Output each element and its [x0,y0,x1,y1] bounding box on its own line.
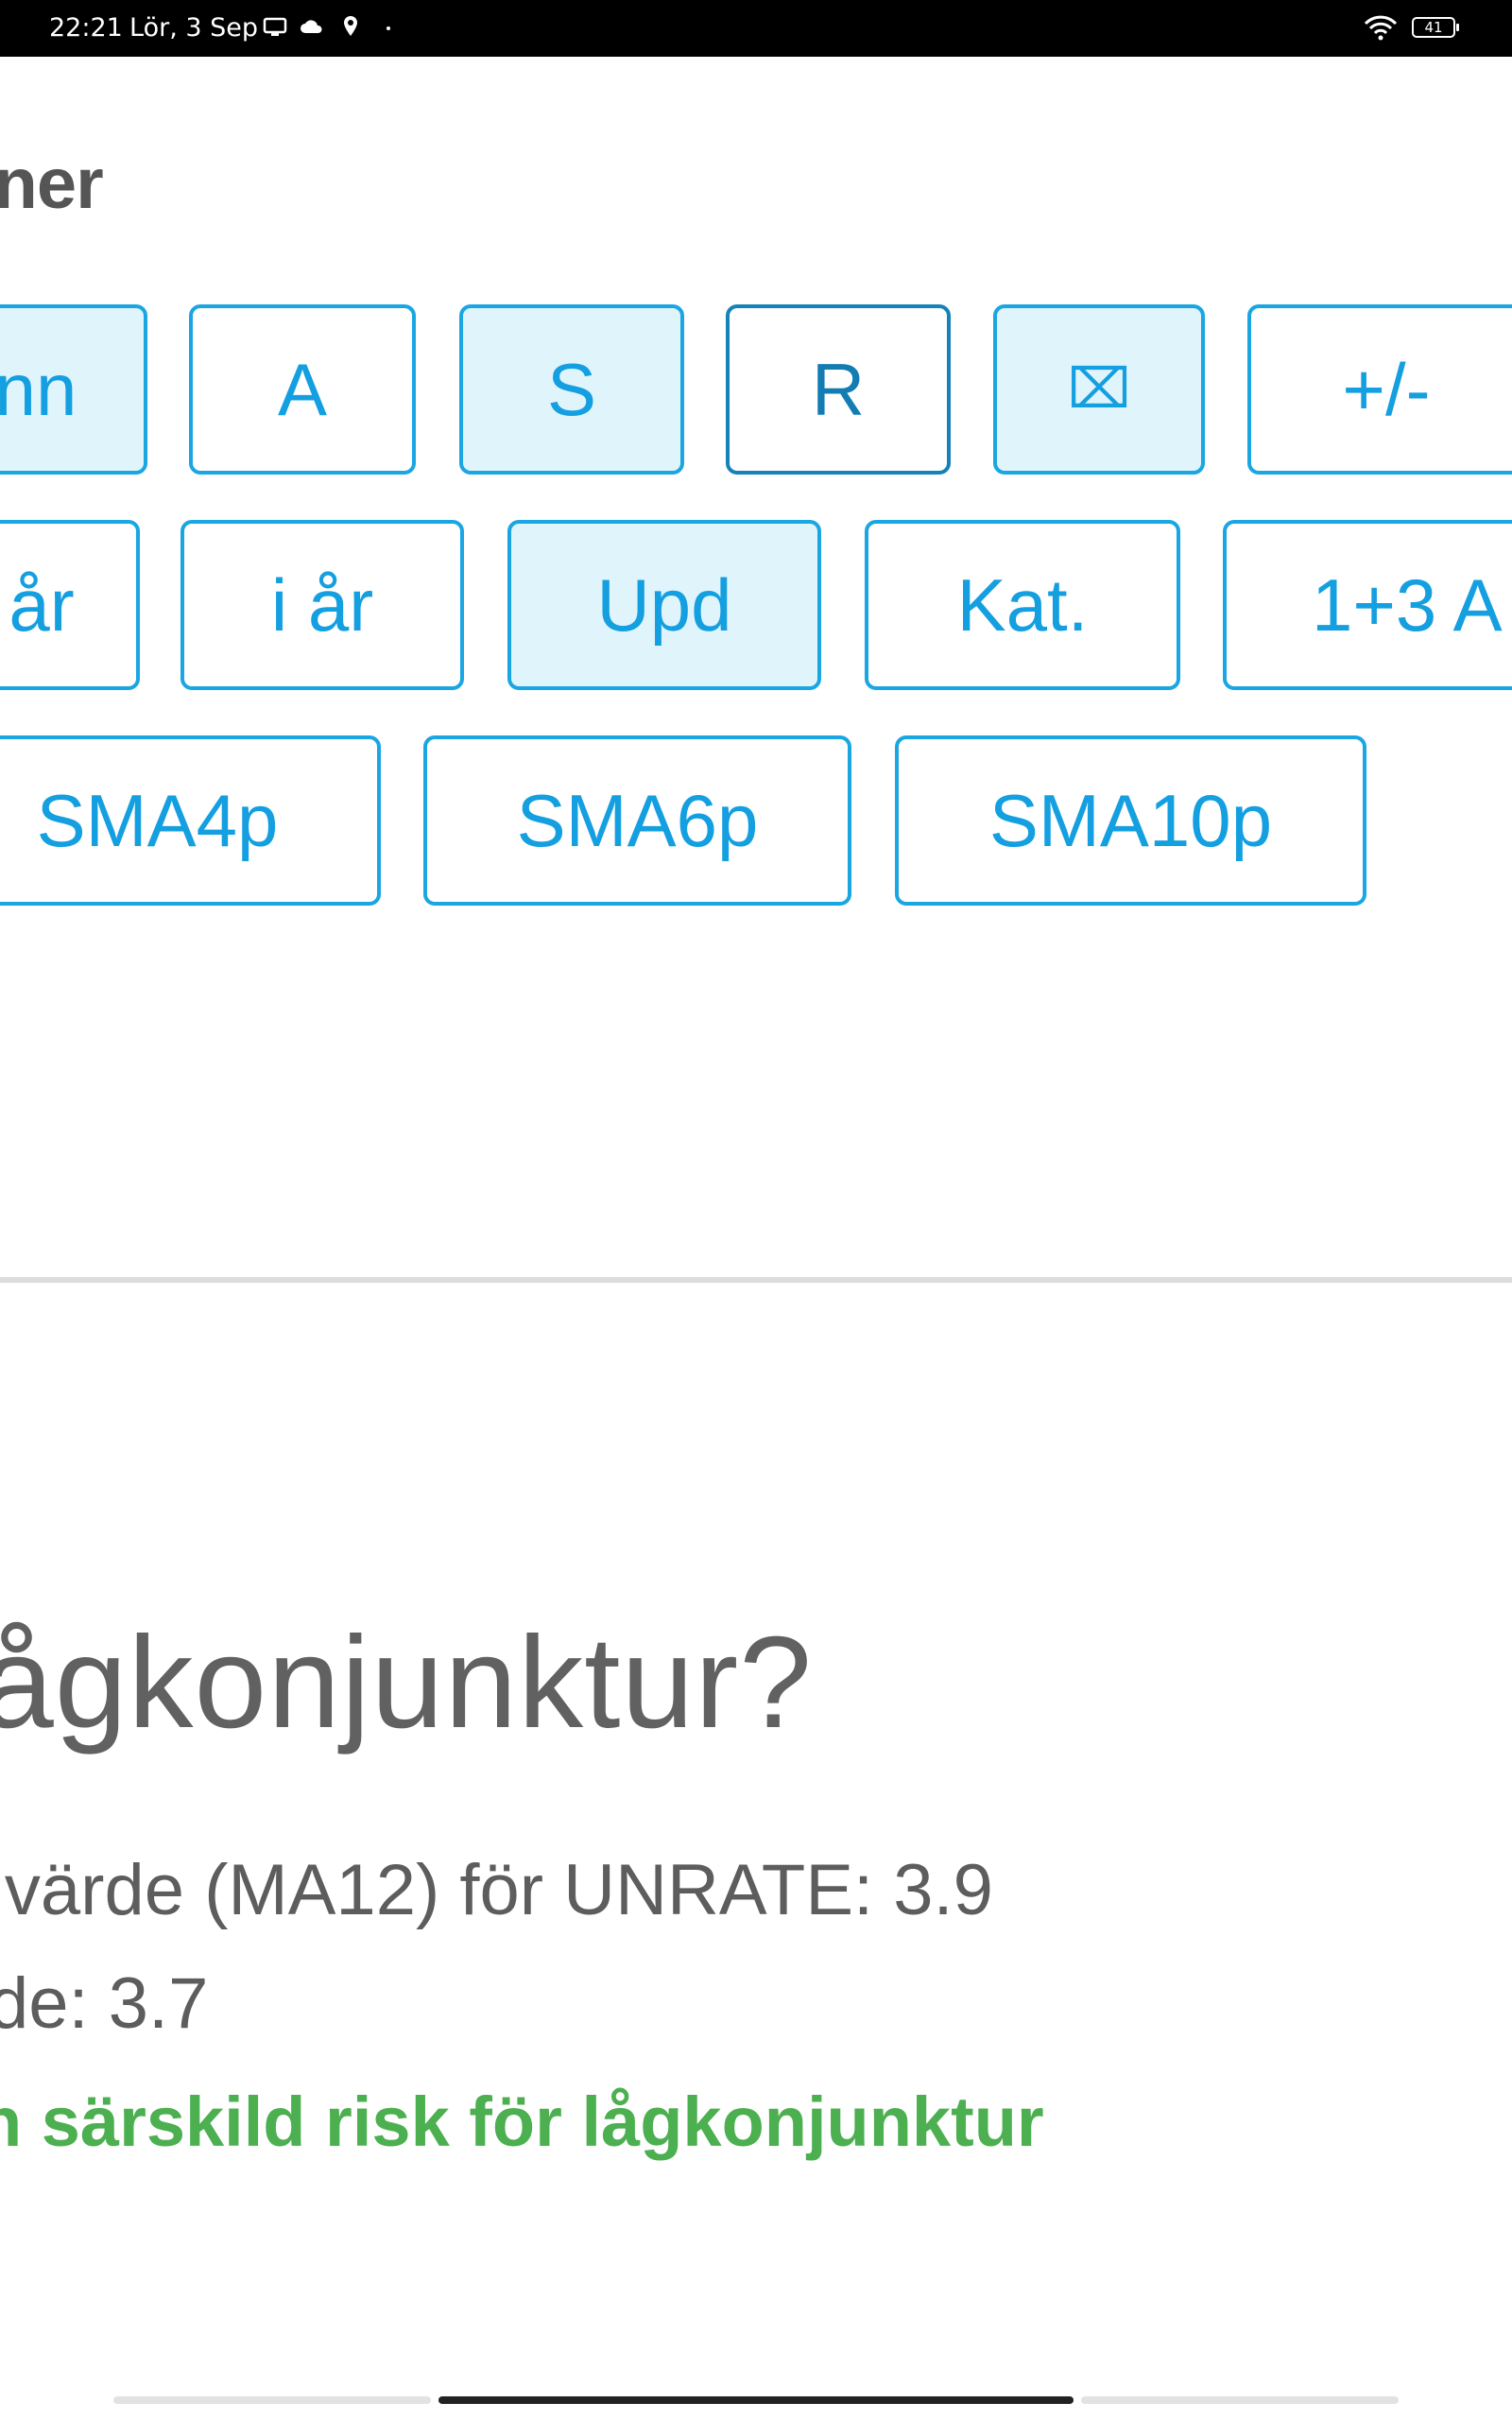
button-sma6p[interactable]: SMA6p [423,735,851,906]
button-category[interactable]: Kat. [865,520,1180,690]
location-icon [344,16,357,36]
button-label: Upd [596,563,732,647]
recession-question: ågkonjunktur? [0,1610,813,1755]
recession-verdict: n särskild risk för lågkonjunktur [0,2083,1044,2161]
nav-bar-right [1081,2396,1399,2404]
moving-average-line: lvärde (MA12) för UNRATE: 3.9 [0,1850,993,1930]
button-label: SMA4p [36,779,279,862]
button-label: SMA6p [516,779,759,862]
button-nn[interactable]: nn [0,304,147,475]
current-value-line: de: 3.7 [0,1963,209,2044]
button-label: nn [0,348,77,431]
button-sma10p[interactable]: SMA10p [895,735,1366,906]
status-bar: 22:21 Lör, 3 Sep 41 [0,0,1512,57]
section-title-text: nner [0,144,104,224]
cast-screen-icon [263,17,287,36]
battery-icon: 41 [1412,17,1459,38]
nav-bar-left [113,2396,431,2404]
button-one-plus-three[interactable]: 1+3 A [1223,520,1512,690]
section-divider [0,1277,1512,1283]
button-label: R [811,348,866,431]
button-label: A [277,348,328,431]
button-plus-minus[interactable]: +/- [1247,304,1512,475]
clear-glyph-icon: ⌧ [1067,358,1131,420]
button-update[interactable]: Upd [507,520,821,690]
cloud-icon [301,20,322,33]
button-r[interactable]: R [726,304,951,475]
button-label: S [546,348,597,431]
button-label: Kat. [956,563,1089,647]
button-clear[interactable]: ⌧ [993,304,1205,475]
button-label: SMA10p [988,779,1273,862]
button-label: 1+3 A [1312,563,1503,647]
button-s[interactable]: S [459,304,684,475]
button-this-year[interactable]: i år [180,520,464,690]
status-time: 22:21 [49,13,123,43]
button-label: i år [270,563,374,647]
nav-gesture-handle[interactable] [438,2396,1074,2404]
button-a[interactable]: A [189,304,416,475]
notification-dot-icon [387,26,390,30]
wifi-icon [1364,15,1398,41]
button-year[interactable]: år [0,520,140,690]
button-sma4p[interactable]: SMA4p [0,735,381,906]
button-label: år [9,563,75,647]
status-date: Lör, 3 Sep [129,13,259,43]
button-label: +/- [1342,348,1431,431]
app-screen: 22:21 Lör, 3 Sep 41 nner nn A [0,0,1512,2420]
